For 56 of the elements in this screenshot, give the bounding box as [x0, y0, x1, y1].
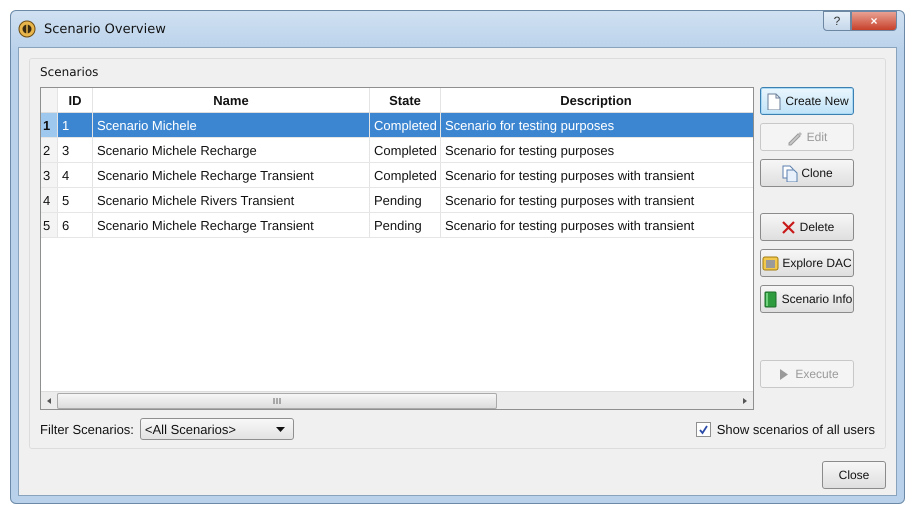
row-number: 1: [41, 113, 58, 137]
table-cell: Completed: [370, 163, 441, 187]
grip-icon: [273, 398, 281, 404]
row-number: 2: [41, 138, 58, 162]
table-cell: Scenario Michele Rivers Transient: [93, 188, 370, 212]
table-row[interactable]: 4 5 Scenario Michele Rivers Transient Pending Scenario for testing purposes with transient: [41, 188, 753, 213]
table-cell: Scenario Michele: [93, 113, 370, 137]
table-cell: Scenario Michele Recharge: [93, 138, 370, 162]
table-cell: 6: [58, 213, 93, 237]
column-header[interactable]: State: [370, 88, 441, 112]
horizontal-scrollbar[interactable]: [41, 391, 753, 409]
table-cell: 4: [58, 163, 93, 187]
table-cell-text: Scenario for testing purposes: [444, 142, 616, 160]
row-number: 5: [41, 213, 58, 237]
filter-label: Filter Scenarios:: [40, 422, 134, 436]
close-button[interactable]: Close: [822, 461, 886, 489]
table-cell: Completed: [370, 138, 441, 162]
table-cell: 1: [58, 113, 93, 137]
table-row[interactable]: 3 4 Scenario Michele Recharge Transient Completed Scenario for testing purposes with transient: [41, 163, 753, 188]
explore-button[interactable]: Explore DAC: [760, 249, 854, 277]
book-icon: [762, 290, 779, 308]
pages-icon: [781, 164, 798, 182]
dropdown-arrow-icon: [276, 426, 285, 432]
table-cell: Scenario Michele Recharge Transient: [93, 213, 370, 237]
column-header[interactable]: ID: [58, 88, 93, 112]
app-icon: [18, 20, 36, 38]
delete-button[interactable]: Delete: [760, 213, 854, 241]
row-number: 4: [41, 188, 58, 212]
table-cell: 3: [58, 138, 93, 162]
table-cell: Scenario Michele Recharge Transient: [93, 163, 370, 187]
table-cell: 5: [58, 188, 93, 212]
table-cell: Pending: [370, 213, 441, 237]
table-row[interactable]: 5 6 Scenario Michele Recharge Transient Pending Scenario for testing purposes with transient: [41, 213, 753, 238]
column-header[interactable]: Name: [93, 88, 370, 112]
page-icon: [765, 92, 782, 110]
frame-icon: [762, 254, 780, 272]
table-cell: Completed: [370, 113, 441, 137]
checkbox-label[interactable]: Show scenarios of all users: [716, 422, 875, 436]
window-title: Scenario Overview: [44, 22, 166, 36]
checkbox[interactable]: [696, 422, 711, 436]
info-button[interactable]: Scenario Info: [760, 285, 854, 313]
column-header[interactable]: Description: [441, 88, 751, 112]
create-button[interactable]: Create New: [760, 87, 854, 115]
table-cell-text: Scenario for testing purposes with transient: [444, 216, 696, 235]
table-row[interactable]: 2 3 Scenario Michele Recharge Completed Scenario for testing purposes: [41, 138, 753, 163]
filter-dropdown[interactable]: <All Scenarios>: [140, 418, 294, 440]
table-cell: Pending: [370, 188, 441, 212]
table-cell-text: Scenario for testing purposes with transient: [444, 166, 696, 185]
clone-button[interactable]: Clone: [760, 159, 854, 187]
row-number: 3: [41, 163, 58, 187]
table-row[interactable]: 1 1 Scenario Michele Completed Scenario for testing purposes: [41, 113, 753, 138]
table-cell-text: Scenario for testing purposes: [444, 116, 616, 135]
cross-icon: [780, 218, 797, 236]
help-button[interactable]: ?: [823, 11, 851, 31]
table-cell-text: Scenario for testing purposes with transient: [444, 192, 696, 210]
group-title: Scenarios: [40, 65, 98, 79]
